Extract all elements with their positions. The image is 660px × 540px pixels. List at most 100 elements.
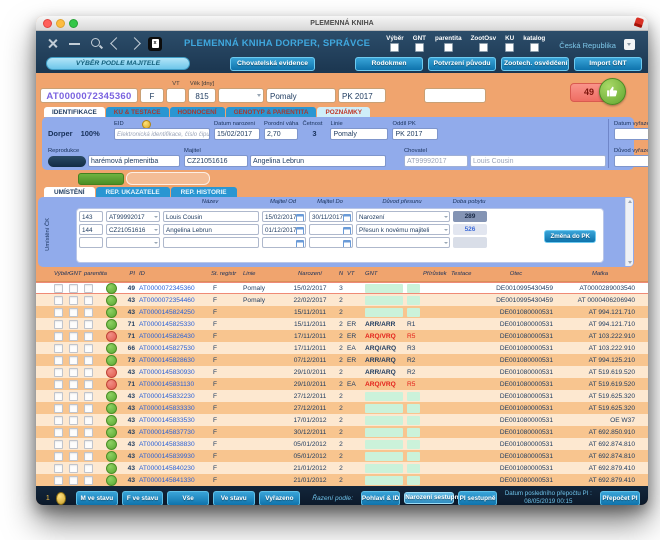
- repro-status-pill[interactable]: [48, 156, 86, 167]
- location-name-field[interactable]: [163, 237, 259, 248]
- gnt-row-checkbox[interactable]: [69, 344, 78, 353]
- id-link[interactable]: AT0000145833530: [139, 417, 211, 424]
- gnt-row-checkbox[interactable]: [69, 416, 78, 425]
- weight-field[interactable]: 2,70: [264, 128, 298, 140]
- out-date-field[interactable]: [614, 128, 648, 140]
- table-row[interactable]: 43AT0000145833330F27/12/20112DE001080000…: [36, 402, 648, 414]
- id-link[interactable]: AT0000145838830: [139, 441, 211, 448]
- id-link[interactable]: AT0000072345360: [139, 285, 211, 292]
- owner-to-field[interactable]: 30/11/2017: [309, 211, 353, 222]
- linie-field[interactable]: Pomaly: [266, 88, 336, 103]
- repro-field[interactable]: harémová plemenitba: [88, 155, 180, 167]
- zootosv-checkbox[interactable]: [479, 43, 488, 52]
- search-icon[interactable]: [90, 37, 103, 50]
- move-reason-field[interactable]: [356, 237, 450, 248]
- parentita-row-checkbox[interactable]: [84, 368, 93, 377]
- table-row[interactable]: 43AT0000145840230F21/01/20122DE001080000…: [36, 462, 648, 474]
- select-checkbox[interactable]: [54, 404, 63, 413]
- table-row[interactable]: 49AT0000072345360FPomaly15/02/20173DE001…: [36, 282, 648, 294]
- tab-umisteni[interactable]: UMÍSTĚNÍ: [44, 187, 95, 197]
- prepocet-pi-button[interactable]: Přepočet PI: [600, 491, 640, 506]
- gnt-row-checkbox[interactable]: [69, 296, 78, 305]
- id-link[interactable]: AT0000145828630: [139, 357, 211, 364]
- move-reason-field[interactable]: Přesun k novému majiteli: [356, 224, 450, 235]
- table-row[interactable]: 43AT0000145830930F29/10/20112ARR/ARQR2DE…: [36, 366, 648, 378]
- evidence-button[interactable]: Chovatelská evidence: [230, 57, 315, 71]
- vyber-checkbox[interactable]: [390, 43, 399, 52]
- parentita-row-checkbox[interactable]: [84, 356, 93, 365]
- owner-name-field[interactable]: Angelina Lebrun: [250, 155, 386, 167]
- note-field[interactable]: [424, 88, 486, 103]
- zmena-do-pk-button[interactable]: Změna do PK: [544, 230, 596, 243]
- parentita-row-checkbox[interactable]: [84, 404, 93, 413]
- parentita-row-checkbox[interactable]: [84, 440, 93, 449]
- select-checkbox[interactable]: [54, 452, 63, 461]
- owner-to-field[interactable]: [309, 237, 353, 248]
- vt-field[interactable]: [166, 88, 186, 103]
- owner-from-field[interactable]: 15/02/2017: [262, 211, 306, 222]
- table-row[interactable]: 73AT0000145828630F07/12/20112ERARR/ARQR2…: [36, 354, 648, 366]
- gnt-checkbox[interactable]: [415, 43, 424, 52]
- owner-from-field[interactable]: [262, 237, 306, 248]
- id-link[interactable]: AT0000145839930: [139, 453, 211, 460]
- country-dropdown[interactable]: [624, 39, 635, 50]
- oddil-pk-field[interactable]: PK 2017: [338, 88, 386, 103]
- minimize-icon[interactable]: [68, 37, 81, 50]
- potvrzeni-puvodu-button[interactable]: Potvrzení původu: [428, 57, 496, 71]
- ku-checkbox[interactable]: [505, 43, 514, 52]
- parentita-row-checkbox[interactable]: [84, 308, 93, 317]
- katalog-checkbox[interactable]: [530, 43, 539, 52]
- id-link[interactable]: AT0000145831130: [139, 381, 211, 388]
- gnt-row-checkbox[interactable]: [69, 380, 78, 389]
- select-checkbox[interactable]: [54, 284, 63, 293]
- table-row[interactable]: 43AT0000145841330F21/01/20122DE001080000…: [36, 474, 648, 486]
- gnt-row-checkbox[interactable]: [69, 308, 78, 317]
- breeder-name-field[interactable]: Louis Cousin: [470, 155, 606, 167]
- id-link[interactable]: AT0000145841330: [139, 477, 211, 484]
- id-link[interactable]: AT0000145824250: [139, 309, 211, 316]
- table-row[interactable]: 66AT0000145827530F17/11/20112EAARQ/ARQR3…: [36, 342, 648, 354]
- table-row[interactable]: 43AT0000145838830F05/01/20122DE001080000…: [36, 438, 648, 450]
- oddil-field[interactable]: PK 2017: [392, 128, 438, 140]
- excel-export-icon[interactable]: x: [148, 37, 162, 51]
- f-ve-stavu-button[interactable]: F ve stavu: [122, 491, 164, 506]
- breeder-id-field[interactable]: AT99992017: [404, 155, 468, 167]
- tab-genotyp-parentita[interactable]: GENOTYP & PARENTITA: [226, 107, 317, 117]
- out-reason-field[interactable]: [614, 155, 648, 167]
- eid-field[interactable]: Elektronická identifikace, číslo čipu: [114, 128, 210, 140]
- sort-narozeni-button[interactable]: Narození sestupně: [404, 492, 454, 503]
- location-number-field[interactable]: 144: [79, 224, 103, 235]
- gnt-row-checkbox[interactable]: [69, 356, 78, 365]
- id-link[interactable]: AT0000145840230: [139, 465, 211, 472]
- select-checkbox[interactable]: [54, 416, 63, 425]
- select-checkbox[interactable]: [54, 380, 63, 389]
- vse-button[interactable]: Vše: [167, 491, 209, 506]
- animal-id-field[interactable]: AT0000072345360: [40, 88, 138, 103]
- next-record-icon[interactable]: [128, 37, 141, 50]
- parentita-row-checkbox[interactable]: [84, 320, 93, 329]
- table-row[interactable]: 71AT0000145826430F17/11/20112ERARQ/VRQR5…: [36, 330, 648, 342]
- gnt-row-checkbox[interactable]: [69, 452, 78, 461]
- tab-rep-historie[interactable]: REP. HISTORIE: [171, 187, 237, 197]
- tab-rep-ukazatele[interactable]: REP. UKAZATELE: [96, 187, 170, 197]
- zootech-osvedceni-button[interactable]: Zootech. osvědčení: [501, 57, 569, 71]
- id-link[interactable]: AT0000145830930: [139, 369, 211, 376]
- table-row[interactable]: 43AT0000145833530F17/01/20122DE001080000…: [36, 414, 648, 426]
- owner-to-field[interactable]: [309, 224, 353, 235]
- gnt-row-checkbox[interactable]: [69, 464, 78, 473]
- parentita-row-checkbox[interactable]: [84, 332, 93, 341]
- status-dropdown[interactable]: [218, 88, 264, 103]
- id-link[interactable]: AT0000145833330: [139, 405, 211, 412]
- select-checkbox[interactable]: [54, 344, 63, 353]
- parentita-row-checkbox[interactable]: [84, 416, 93, 425]
- id-link[interactable]: AT0000145832230: [139, 393, 211, 400]
- approve-thumbs-up-button[interactable]: [599, 78, 626, 105]
- owner-from-field[interactable]: 01/12/2017: [262, 224, 306, 235]
- vyrazeno-button[interactable]: Vyřazeno: [259, 491, 301, 506]
- umisteni-scrollbar[interactable]: [625, 198, 633, 266]
- status-empty-field[interactable]: [126, 172, 210, 185]
- owner-id-field[interactable]: CZ21051616: [184, 155, 248, 167]
- tab-identifikace[interactable]: IDENTIFIKACE: [44, 107, 105, 117]
- location-number-field[interactable]: [79, 237, 103, 248]
- parentita-row-checkbox[interactable]: [84, 464, 93, 473]
